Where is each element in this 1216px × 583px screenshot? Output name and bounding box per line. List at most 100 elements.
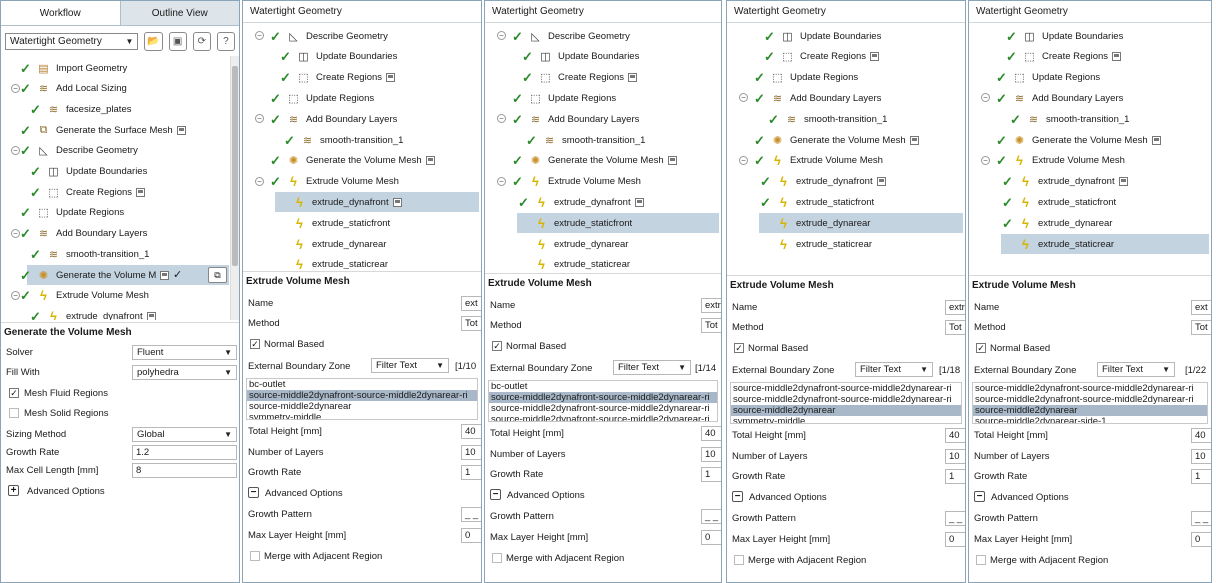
save-state-icon[interactable] <box>146 311 156 320</box>
tree-item-describe-geometry[interactable]: − ✓ ◺ Describe Geometry <box>1 141 239 161</box>
tree-item-update-boundaries[interactable]: ✓ ◫ Update Boundaries <box>1 162 239 182</box>
list-item[interactable]: source-middle2dynarear <box>973 405 1207 416</box>
list-item[interactable]: source-middle2dynafront-source-middle2dy… <box>731 383 961 394</box>
list-item[interactable]: symmetry-middle <box>731 416 961 423</box>
scroll-thumb[interactable] <box>232 66 238 266</box>
save-state-icon[interactable] <box>1112 52 1122 62</box>
tree-item-update-regions[interactable]: ✓ ⬚ Update Regions <box>243 88 481 108</box>
tree-item-update-boundaries[interactable]: ✓ ◫ Update Boundaries <box>485 47 721 67</box>
tree-item-extrude-volume-mesh[interactable]: − ✓ ϟ Extrude Volume Mesh <box>485 172 721 192</box>
tree-item-add-boundary-layers[interactable]: − ✓ ≋ Add Boundary Layers <box>969 88 1211 108</box>
method-select[interactable]: Tot <box>1191 320 1211 335</box>
refresh-button[interactable]: ⟳ <box>192 31 211 51</box>
tree-item-extrude-dynafront[interactable]: ✓ ϟ extrude_dynafront <box>969 172 1211 192</box>
method-select[interactable]: Tot <box>945 320 965 335</box>
save-button[interactable]: ▣ <box>168 31 187 51</box>
tree-item-extrude-volume-mesh[interactable]: − ✓ ϟ Extrude Volume Mesh <box>243 172 481 192</box>
tree-item-extrude-staticrear[interactable]: ϟ extrude_staticrear <box>485 255 721 271</box>
method-select[interactable]: Tot <box>461 316 481 331</box>
total-height-input[interactable]: 40 <box>1191 428 1211 443</box>
tree-item-extrude-dynafront[interactable]: ✓ ϟ extrude_dynafront <box>1 306 239 320</box>
tree-item-update-boundaries[interactable]: ✓ ◫ Update Boundaries <box>969 26 1211 46</box>
expander-icon[interactable]: − <box>497 31 506 40</box>
advanced-options-row[interactable]: + Advanced Options <box>1 481 239 501</box>
tab-workflow[interactable]: Workflow <box>1 1 121 25</box>
save-state-icon[interactable] <box>870 52 880 62</box>
tree-item-update-boundaries[interactable]: ✓ ◫ Update Boundaries <box>727 26 965 46</box>
tree-item-generate-the-surface-mesh[interactable]: ✓ ⧉ Generate the Surface Mesh <box>1 120 239 140</box>
tree-item-update-regions[interactable]: ✓ ⬚ Update Regions <box>969 68 1211 88</box>
save-state-icon[interactable] <box>176 125 186 135</box>
list-item[interactable]: source-middle2dynafront-source-middle2dy… <box>973 383 1207 394</box>
save-state-icon[interactable] <box>392 197 402 207</box>
tree-item-smooth-transition-1[interactable]: ✓ ≋ smooth-transition_1 <box>727 109 965 129</box>
expander-icon[interactable]: − <box>255 114 264 124</box>
growth-rate-input[interactable]: 1 <box>1191 469 1211 484</box>
growth-pattern-select[interactable]: _ _ <box>1191 511 1211 526</box>
max-layer-height-input[interactable]: 0 <box>461 528 481 543</box>
layers-input[interactable]: 10 <box>701 447 721 462</box>
list-item[interactable]: source-middle2dynarear-side-1 <box>973 416 1207 423</box>
tree-item-create-regions[interactable]: ✓ ⬚ Create Regions <box>727 47 965 67</box>
tree-item-extrude-staticfront[interactable]: ✓ ϟ extrude_staticfront <box>727 192 965 212</box>
save-state-icon[interactable] <box>909 135 919 145</box>
tree-item-add-local-sizing[interactable]: − ✓ ≋ Add Local Sizing <box>1 79 239 99</box>
tree-item-extrude-dynafront[interactable]: ✓ ϟ extrude_dynafront <box>485 192 721 212</box>
workflow-select[interactable]: Watertight Geometry ▼ <box>5 32 139 50</box>
expander-icon[interactable]: − <box>497 176 506 186</box>
visibility-check-icon[interactable]: ✓ <box>173 268 182 281</box>
tree-item-update-regions[interactable]: ✓ ⬚ Update Regions <box>727 68 965 88</box>
tree-item-create-regions[interactable]: ✓ ⬚ Create Regions <box>969 47 1211 67</box>
save-state-icon[interactable] <box>628 73 638 83</box>
list-item[interactable]: bc-outlet <box>489 381 717 392</box>
normal-based-checkbox[interactable]: ✓ <box>734 343 744 353</box>
tree-item-create-regions[interactable]: ✓ ⬚ Create Regions <box>1 182 239 202</box>
expander-icon[interactable]: − <box>255 31 264 40</box>
tree-item-smooth-transition-1[interactable]: ✓ ≋ smooth-transition_1 <box>1 244 239 264</box>
expander-icon[interactable]: − <box>739 93 748 103</box>
tree-item-create-regions[interactable]: ✓ ⬚ Create Regions <box>485 68 721 88</box>
growth-rate-input[interactable]: 1 <box>701 467 721 482</box>
save-state-icon[interactable] <box>634 197 644 207</box>
collapse-minus-icon[interactable]: − <box>732 491 743 502</box>
open-folder-button[interactable]: 📂 <box>144 31 163 51</box>
tree-item-create-regions[interactable]: ✓ ⬚ Create Regions <box>243 68 481 88</box>
expander-icon[interactable]: − <box>255 176 264 186</box>
merge-checkbox[interactable] <box>734 555 744 565</box>
collapse-minus-icon[interactable]: − <box>490 489 501 500</box>
tree-item-update-regions[interactable]: ✓ ⬚ Update Regions <box>485 88 721 108</box>
list-item[interactable]: source-middle2dynafront-source-middle2dy… <box>247 390 477 401</box>
tree-item-generate-the-volume-mesh[interactable]: ✓ ✺ Generate the Volume Mesh <box>969 130 1211 150</box>
growth-pattern-select[interactable]: _ _ <box>701 509 721 524</box>
list-item[interactable]: source-middle2dynafront-source-middle2dy… <box>731 394 961 405</box>
mesh-fluid-checkbox[interactable]: ✓ <box>9 388 19 398</box>
growth-rate-input[interactable]: 1 <box>945 469 965 484</box>
expander-icon[interactable]: − <box>981 155 990 165</box>
normal-based-checkbox[interactable]: ✓ <box>492 341 502 351</box>
merge-checkbox[interactable] <box>492 553 502 563</box>
solver-select[interactable]: Fluent ▼ <box>132 345 237 360</box>
help-button[interactable]: ? <box>216 31 235 51</box>
max-layer-height-input[interactable]: 0 <box>701 530 721 545</box>
growth-input[interactable]: 1.2 <box>132 445 237 460</box>
expand-plus-icon[interactable]: + <box>8 485 19 496</box>
tree-item-smooth-transition-1[interactable]: ✓ ≋ smooth-transition_1 <box>243 130 481 150</box>
total-height-input[interactable]: 40 <box>461 424 481 439</box>
mesh-solid-checkbox[interactable] <box>9 408 19 418</box>
tree-item-extrude-dynarear[interactable]: ϟ extrude_dynarear <box>485 234 721 254</box>
tree-item-update-boundaries[interactable]: ✓ ◫ Update Boundaries <box>243 47 481 67</box>
save-state-icon[interactable] <box>667 156 677 166</box>
tree-item-generate-the-volume-mesh[interactable]: ✓ ✺ Generate the Volume Mesh <box>485 151 721 171</box>
collapse-minus-icon[interactable]: − <box>248 487 259 498</box>
tree-item-extrude-dynarear[interactable]: ϟ extrude_dynarear <box>243 234 481 254</box>
growth-rate-input[interactable]: 1 <box>461 465 481 480</box>
list-item[interactable]: source-middle2dynarear <box>731 405 961 416</box>
name-input[interactable]: extr <box>945 300 965 315</box>
filter-text-select[interactable]: Filter Text ▼ <box>1097 362 1175 377</box>
tree-item-smooth-transition-1[interactable]: ✓ ≋ smooth-transition_1 <box>485 130 721 150</box>
layers-input[interactable]: 10 <box>945 449 965 464</box>
total-height-input[interactable]: 40 <box>945 428 965 443</box>
name-input[interactable]: ext <box>1191 300 1211 315</box>
expander-icon[interactable]: − <box>497 114 506 124</box>
save-state-icon[interactable] <box>136 187 146 197</box>
